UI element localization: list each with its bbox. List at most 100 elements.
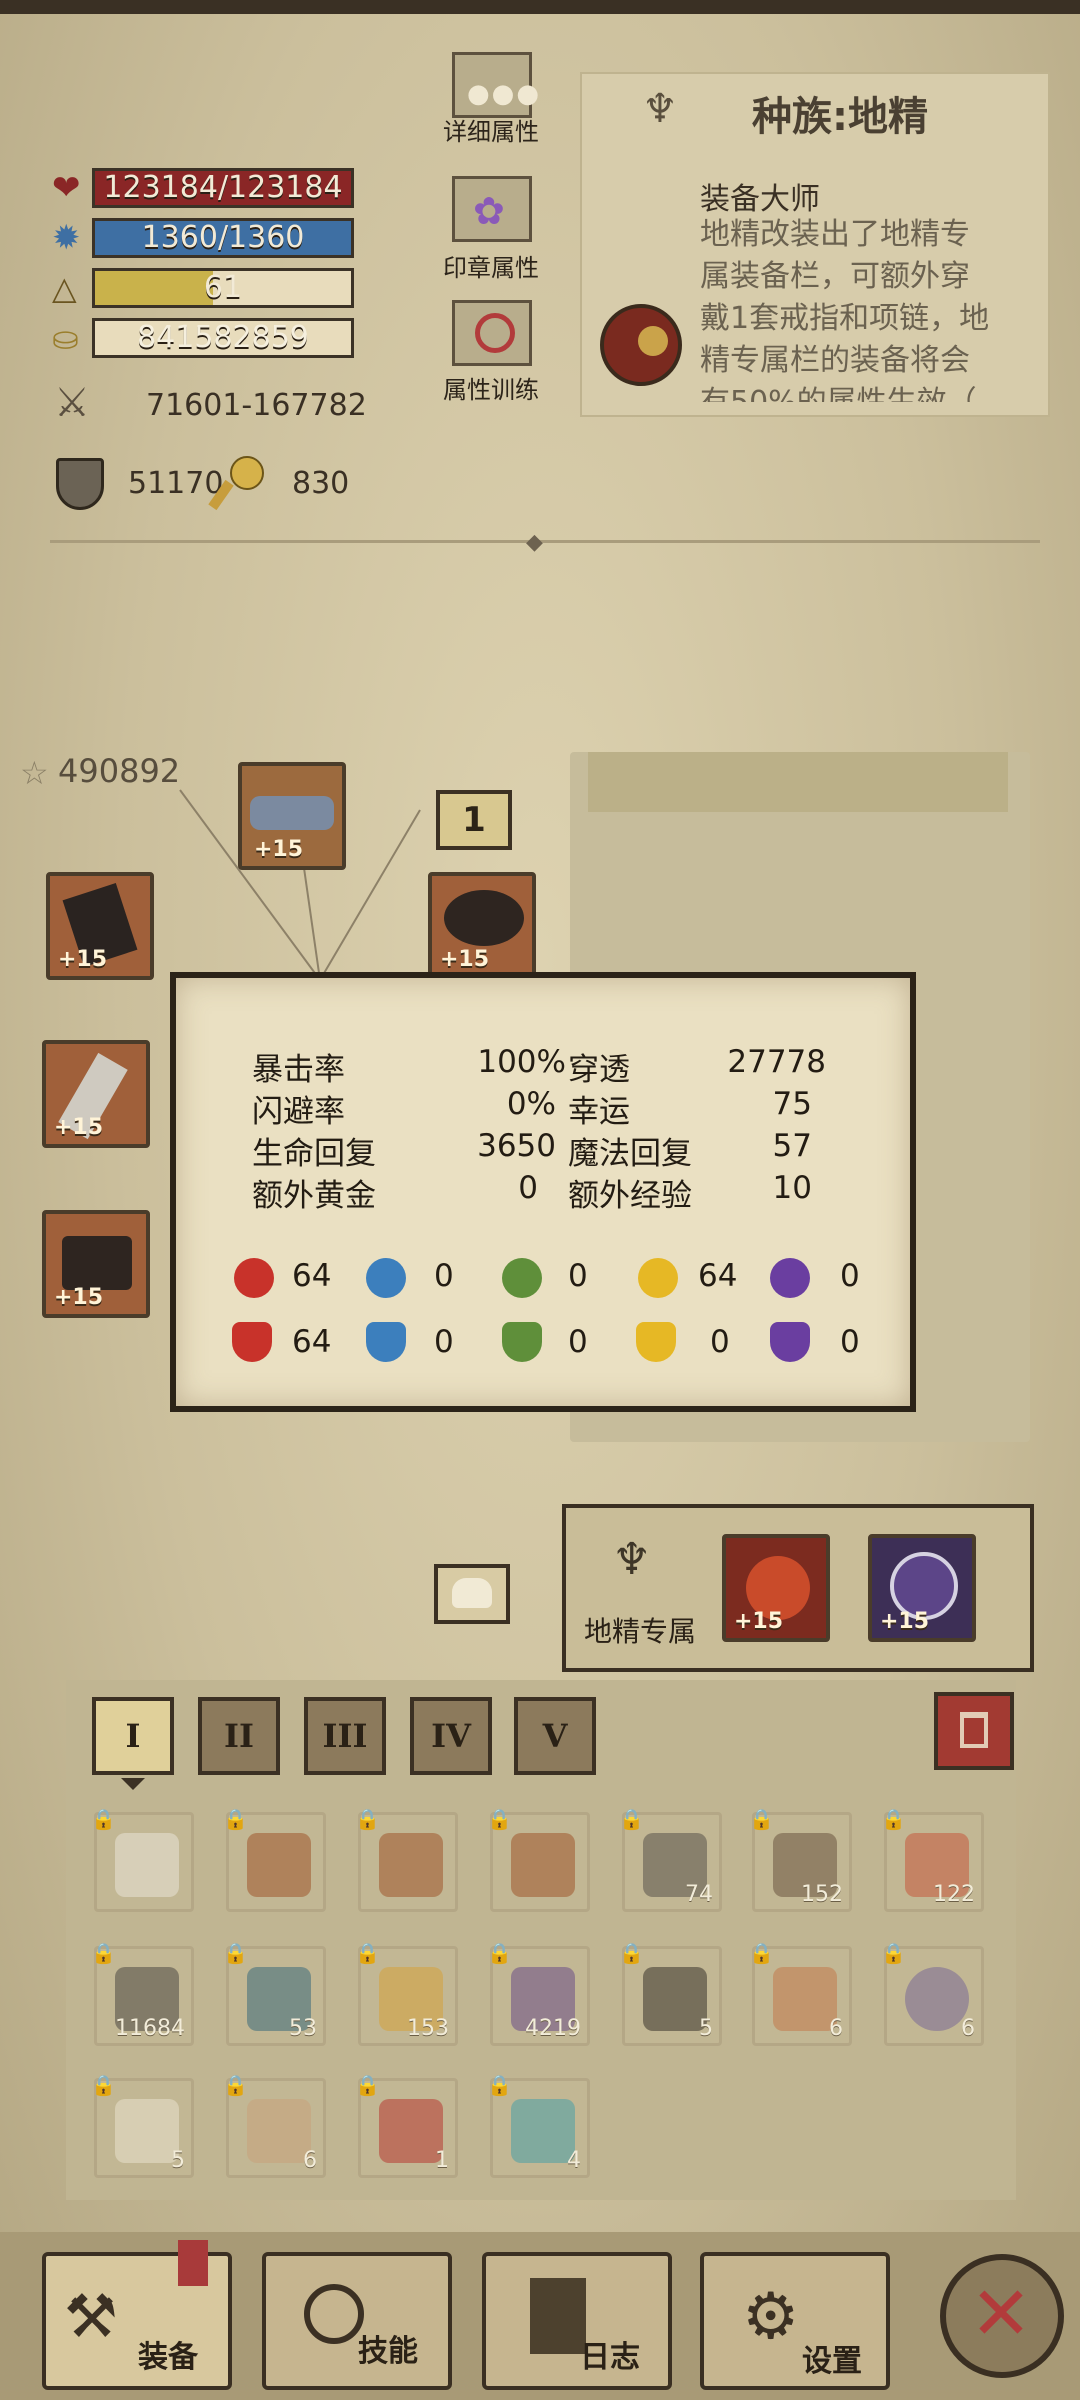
- lock-icon: 🔒: [619, 1807, 644, 1831]
- water-attack-icon: [366, 1258, 406, 1298]
- tab-page-1[interactable]: I: [92, 1697, 174, 1775]
- inventory-item[interactable]: 🔒 11684: [91, 1941, 194, 2046]
- tab-page-2[interactable]: II: [198, 1697, 280, 1775]
- goblin-helmet-button[interactable]: [434, 1564, 510, 1624]
- mp-bar: 1360/1360: [92, 218, 354, 258]
- item-count: 4: [567, 2148, 581, 2173]
- detail-attributes-label: 详细属性: [443, 118, 539, 146]
- flower-seal-icon: ✿: [473, 189, 505, 233]
- inventory-item[interactable]: 🔒 122: [881, 1807, 984, 1912]
- tab-page-3[interactable]: III: [304, 1697, 386, 1775]
- shield-icon: [56, 458, 104, 510]
- weapon-slot[interactable]: +15: [46, 872, 154, 980]
- race-panel: ♆ 种族:地精 装备大师 地精改装出了地精专 属装备栏，可额外穿 戴1套戒指和项…: [580, 72, 1050, 417]
- nav-settings-button[interactable]: ⚙ 设置: [700, 2252, 890, 2390]
- nav-skill-button[interactable]: 技能: [262, 2252, 452, 2390]
- gold-coins-icon: ⛀: [52, 319, 79, 357]
- goblin-exclusive-panel: ♆ 地精专属 +15 +15: [562, 1504, 1034, 1672]
- inventory-item[interactable]: 🔒 5: [619, 1941, 722, 2046]
- skill-ring-icon: [304, 2284, 364, 2344]
- pierce-label: 穿透: [568, 1052, 630, 1088]
- slot-level: +15: [254, 837, 304, 862]
- inventory-item[interactable]: 🔒: [223, 1807, 326, 1912]
- item-count: 153: [407, 2016, 449, 2041]
- item-count: 122: [933, 1882, 975, 1907]
- goblin-necklace-slot[interactable]: +15: [868, 1534, 976, 1642]
- dark-boots-icon: [62, 1236, 132, 1290]
- spellbook-icon: [379, 1833, 443, 1897]
- armor-slot[interactable]: +15: [42, 1040, 150, 1148]
- item-count: 5: [171, 2148, 185, 2173]
- seal-attributes-label: 印章属性: [443, 254, 539, 282]
- tab-page-5[interactable]: V: [514, 1697, 596, 1775]
- inventory-item[interactable]: 🔒 6: [881, 1941, 984, 2046]
- gold-value: 841582859: [137, 320, 309, 355]
- inventory-item[interactable]: 🔒: [487, 1807, 590, 1912]
- lock-icon: 🔒: [487, 1941, 512, 1965]
- inventory-item[interactable]: 🔒 74: [619, 1807, 722, 1912]
- level-bar: 61: [92, 268, 354, 308]
- seal-attributes-button[interactable]: ✿: [452, 176, 532, 242]
- nav-log-button[interactable]: 日志: [482, 2252, 672, 2390]
- attribute-training-label: 属性训练: [443, 376, 539, 404]
- inventory-item[interactable]: 🔒 4219: [487, 1941, 590, 2046]
- inventory-item[interactable]: 🔒: [91, 1807, 194, 1912]
- item-count: 6: [303, 2148, 317, 2173]
- master-skill-icon: [600, 304, 682, 386]
- fire-attack-value: 64: [292, 1258, 332, 1294]
- inventory-item[interactable]: 🔒 153: [355, 1941, 458, 2046]
- hp-regen-label: 生命回复: [252, 1136, 376, 1172]
- glove-icon: [115, 2099, 179, 2163]
- inventory-item[interactable]: 🔒 4: [487, 2073, 590, 2178]
- spellbook-icon: [247, 1833, 311, 1897]
- slot-level: +15: [880, 1609, 930, 1634]
- item-count: 6: [961, 2016, 975, 2041]
- crown-icon: [250, 796, 334, 830]
- goblin-helmet-icon: ♆: [612, 1534, 652, 1585]
- attribute-tooltip: 暴击率 100% 穿透 27778 闪避率 0% 幸运 75 生命回复 3650…: [170, 972, 916, 1412]
- inventory-item[interactable]: 🔒: [355, 1807, 458, 1912]
- water-defense-value: 0: [434, 1324, 454, 1360]
- goblin-ring-slot[interactable]: +15: [722, 1534, 830, 1642]
- trash-button[interactable]: [934, 1692, 1014, 1770]
- leaf-attack-icon: [502, 1258, 542, 1298]
- goblin-exclusive-label: 地精专属: [584, 1615, 697, 1648]
- inventory-item[interactable]: 🔒 5: [91, 2073, 194, 2178]
- close-button[interactable]: ✕: [940, 2254, 1064, 2378]
- divider-ornament-icon: ◆: [526, 530, 543, 555]
- target-icon: [475, 313, 515, 353]
- inventory-item[interactable]: 🔒 1: [355, 2073, 458, 2178]
- item-count: 1: [435, 2148, 449, 2173]
- nav-equip-button[interactable]: ⚒ 装备: [42, 2240, 232, 2390]
- mp-regen-value: 57: [772, 1128, 812, 1164]
- thorn-chain-icon: [444, 890, 524, 946]
- magic-power-value: 830: [292, 466, 350, 501]
- tab-page-4[interactable]: IV: [410, 1697, 492, 1775]
- pipe-icon: [247, 2099, 311, 2163]
- race-title: 种族:地精: [752, 94, 928, 140]
- inventory-item[interactable]: 🔒 53: [223, 1941, 326, 2046]
- lock-icon: 🔒: [355, 2073, 380, 2097]
- inventory-item[interactable]: 🔒 6: [749, 1941, 852, 2046]
- boots-slot[interactable]: +15: [42, 1210, 150, 1318]
- race-skill-description[interactable]: 地精改装出了地精专 属装备栏，可额外穿 戴1套戒指和项链，地 精专属栏的装备将会…: [700, 214, 1040, 402]
- slot-level: +15: [440, 947, 490, 972]
- slot-level: +15: [58, 947, 108, 972]
- extra-gold-value: 0: [518, 1170, 538, 1206]
- leaf-defense-value: 0: [568, 1324, 588, 1360]
- attribute-training-button[interactable]: [452, 300, 532, 366]
- level-badge[interactable]: 1: [436, 790, 512, 850]
- nav-settings-label: 设置: [802, 2344, 862, 2379]
- amulet-slot[interactable]: +15: [428, 872, 536, 980]
- race-desc-line: 有50%的属性生效（: [700, 382, 1040, 402]
- detail-attributes-button[interactable]: ●●●: [452, 52, 539, 118]
- heart-icon: ❤: [52, 168, 81, 208]
- inventory-item[interactable]: 🔒 6: [223, 2073, 326, 2178]
- luck-value: 75: [772, 1086, 812, 1122]
- inventory-item[interactable]: 🔒 152: [749, 1807, 852, 1912]
- helmet-slot[interactable]: +15: [238, 762, 346, 870]
- dodge-value: 0%: [506, 1086, 556, 1122]
- heart-pouch-icon: [773, 1967, 837, 2031]
- gear-icon: ⚙: [742, 2280, 800, 2354]
- leaf-attack-value: 0: [568, 1258, 588, 1294]
